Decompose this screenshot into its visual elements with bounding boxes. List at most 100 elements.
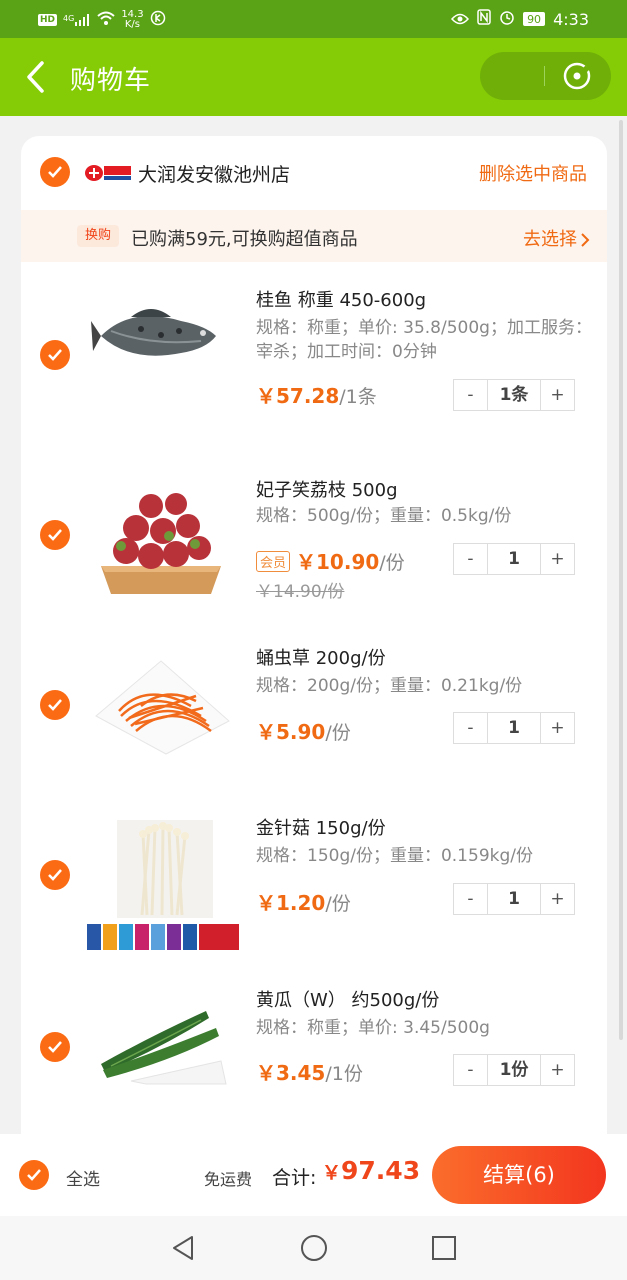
total-amount: ￥97.43 — [322, 1156, 420, 1185]
signal-label: 4G — [63, 14, 75, 23]
store-checkbox[interactable] — [40, 157, 70, 187]
scrollbar[interactable] — [619, 120, 623, 1040]
list-item: 黄瓜（W） 约500g/份 规格：称重；单价: 3.45/500g ￥3.45/… — [21, 966, 607, 1136]
product-image[interactable] — [91, 646, 231, 766]
alarm-icon — [499, 9, 515, 29]
battery-indicator: 90 — [523, 12, 546, 26]
delete-selected-button[interactable]: 删除选中商品 — [479, 160, 587, 186]
product-price: ￥1.20/份 — [256, 887, 351, 916]
close-button[interactable] — [562, 61, 592, 91]
list-item: 妃子笑荔枝 500g 规格：500g/份；重量：0.5kg/份 会员 ￥10.90… — [21, 456, 607, 626]
product-price: ￥5.90/份 — [256, 716, 351, 745]
quantity-value[interactable]: 1条 — [488, 380, 540, 410]
promo-text: 已购满59元,可换购超值商品 — [131, 229, 358, 250]
close-target-icon — [563, 62, 591, 90]
quantity-stepper: - 1 + — [453, 543, 575, 575]
quantity-stepper: - 1条 + — [453, 379, 575, 411]
app-header: 购物车 — [0, 38, 627, 116]
eye-icon — [451, 10, 470, 29]
back-triangle-icon[interactable] — [170, 1234, 196, 1262]
checkmark-icon — [48, 869, 62, 881]
product-image[interactable] — [91, 1006, 231, 1126]
product-name[interactable]: 金针菇 150g/份 — [256, 814, 386, 840]
store-logo — [84, 163, 132, 183]
checkmark-icon — [27, 1169, 41, 1181]
store-card: 大润发安徽池州店 删除选中商品 换购 已购满59元,可换购超值商品 去选择 桂鱼… — [21, 136, 607, 1156]
item-checkbox[interactable] — [40, 690, 70, 720]
quantity-stepper: - 1 + — [453, 883, 575, 915]
product-image[interactable] — [91, 476, 231, 596]
list-item: 桂鱼 称重 450-600g 规格：称重；单价: 35.8/500g；加工服务：… — [21, 276, 607, 446]
price-value: ￥1.20 — [256, 891, 326, 915]
total-value: 97.43 — [341, 1156, 421, 1185]
product-name[interactable]: 蛹虫草 200g/份 — [256, 644, 386, 670]
decrease-button[interactable]: - — [454, 884, 488, 914]
product-spec: 规格：200g/份；重量：0.21kg/份 — [256, 676, 523, 696]
mini-program-capsule — [480, 52, 611, 100]
product-name[interactable]: 黄瓜（W） 约500g/份 — [256, 986, 439, 1012]
list-item: 蛹虫草 200g/份 规格：200g/份；重量：0.21kg/份 ￥5.90/份… — [21, 626, 607, 796]
product-name[interactable]: 桂鱼 称重 450-600g — [256, 286, 426, 312]
nfc-icon — [477, 9, 491, 29]
home-circle-icon[interactable] — [300, 1234, 328, 1262]
select-all-label[interactable]: 全选 — [66, 1165, 100, 1190]
data-saver-icon — [150, 10, 166, 30]
system-nav-bar — [0, 1216, 627, 1280]
item-checkbox[interactable] — [40, 340, 70, 370]
product-name[interactable]: 妃子笑荔枝 500g — [256, 476, 398, 502]
decrease-button[interactable]: - — [454, 1055, 488, 1085]
promo-action-label: 去选择 — [523, 229, 577, 250]
checkmark-icon — [48, 166, 62, 178]
member-badge: 会员 — [256, 551, 291, 572]
quantity-value[interactable]: 1 — [488, 713, 540, 743]
currency-symbol: ￥ — [322, 1162, 342, 1184]
hd-indicator: HD — [38, 14, 58, 26]
recents-square-icon[interactable] — [431, 1235, 457, 1261]
quantity-value[interactable]: 1 — [488, 884, 540, 914]
increase-button[interactable]: + — [540, 380, 574, 410]
network-speed: 14.3 K/s — [121, 10, 143, 30]
store-name[interactable]: 大润发安徽池州店 — [138, 160, 290, 187]
capsule-divider — [544, 66, 545, 86]
item-checkbox[interactable] — [40, 1032, 70, 1062]
total-label: 合计: — [272, 1167, 317, 1189]
chevron-left-icon — [27, 61, 44, 93]
item-checkbox[interactable] — [40, 520, 70, 550]
original-price: ￥14.90/份 — [256, 582, 345, 602]
checkmark-icon — [48, 1041, 62, 1053]
price-value: ￥57.28 — [256, 384, 340, 408]
increase-button[interactable]: + — [540, 1055, 574, 1085]
clock: 4:33 — [553, 9, 589, 29]
list-item: 金针菇 150g/份 规格：150g/份；重量：0.159kg/份 ￥1.20/… — [21, 796, 607, 966]
decrease-button[interactable]: - — [454, 544, 488, 574]
promo-select-link[interactable]: 去选择 — [523, 225, 591, 251]
promo-banner: 换购 已购满59元,可换购超值商品 去选择 — [21, 210, 607, 262]
wifi-icon — [97, 11, 115, 29]
product-image[interactable] — [91, 291, 231, 411]
increase-button[interactable]: + — [540, 544, 574, 574]
quantity-value[interactable]: 1 — [488, 544, 540, 574]
signal-icon: 4G — [63, 14, 91, 26]
price-value: ￥5.90 — [256, 720, 326, 744]
select-all-checkbox[interactable] — [19, 1160, 49, 1190]
product-price: 会员 ￥10.90/份 — [256, 546, 405, 575]
decrease-button[interactable]: - — [454, 380, 488, 410]
status-bar: HD 4G 14.3 K/s 90 4:33 — [0, 0, 627, 38]
back-button[interactable] — [22, 59, 52, 95]
quantity-stepper: - 1份 + — [453, 1054, 575, 1086]
product-price: ￥3.45/1份 — [256, 1057, 363, 1086]
product-spec: 规格：称重；单价: 3.45/500g — [256, 1018, 490, 1038]
product-price: ￥57.28/1条 — [256, 380, 377, 409]
promo-tag: 换购 — [77, 225, 119, 247]
network-speed-unit: K/s — [124, 19, 141, 30]
decrease-button[interactable]: - — [454, 713, 488, 743]
increase-button[interactable]: + — [540, 884, 574, 914]
price-unit: /1条 — [339, 386, 377, 408]
quantity-value[interactable]: 1份 — [488, 1055, 540, 1085]
increase-button[interactable]: + — [540, 713, 574, 743]
item-checkbox[interactable] — [40, 860, 70, 890]
checkout-bar: 全选 免运费 合计: ￥97.43 结算(6) — [0, 1134, 627, 1216]
product-image[interactable] — [87, 820, 239, 955]
checkout-button[interactable]: 结算(6) — [432, 1146, 606, 1204]
price-value: ￥3.45 — [256, 1061, 326, 1085]
